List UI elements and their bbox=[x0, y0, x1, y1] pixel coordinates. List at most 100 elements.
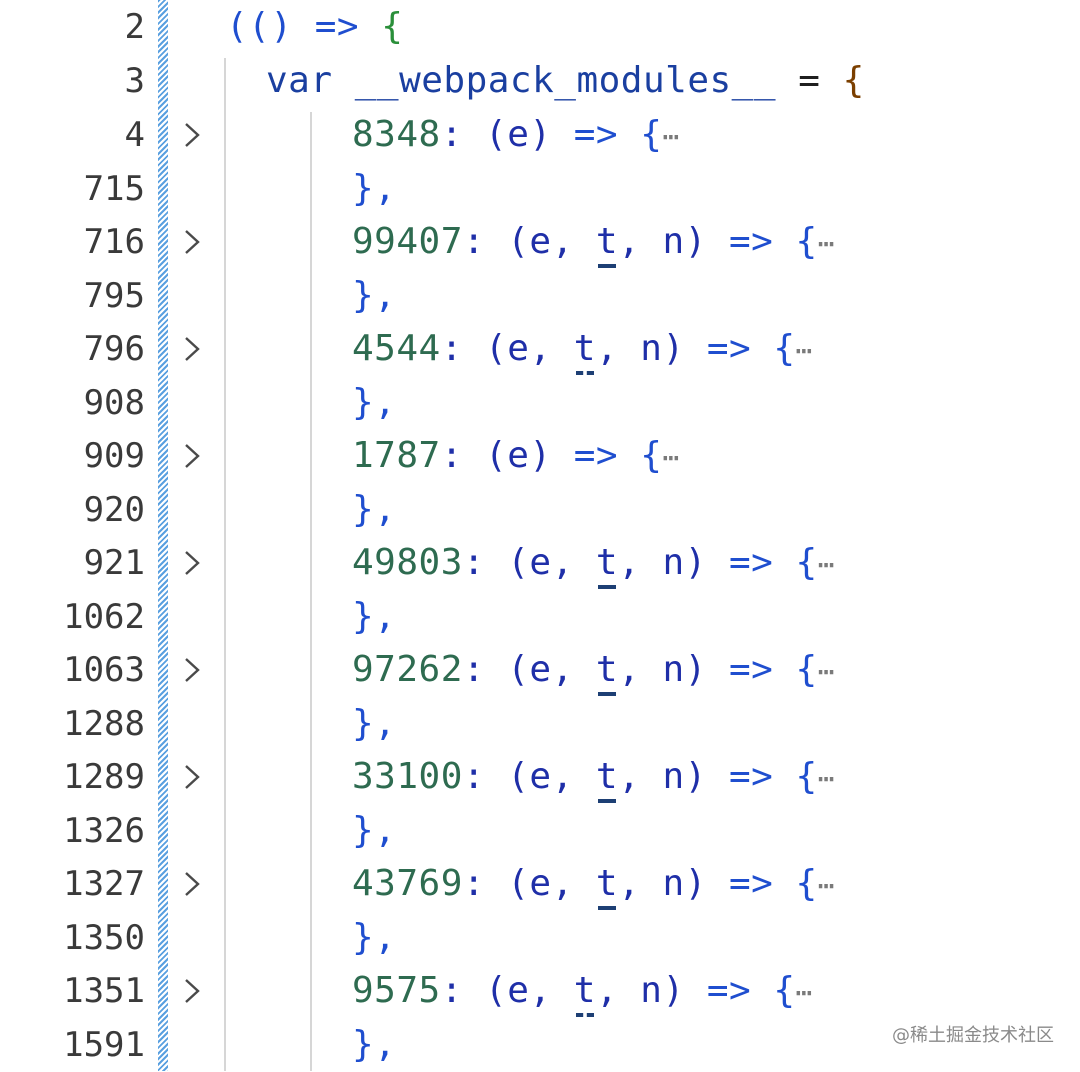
params-suffix: , n) bbox=[618, 863, 707, 904]
code-line-module-6: 1289 33100: (e, t, n) => {⋯ bbox=[0, 750, 1080, 804]
folded-ellipsis-icon[interactable]: ⋯ bbox=[818, 227, 835, 260]
code-text[interactable]: }, bbox=[352, 269, 396, 323]
line-number: 1350 bbox=[63, 917, 145, 958]
folded-ellipsis-icon[interactable]: ⋯ bbox=[818, 762, 835, 795]
params-prefix: : (e) bbox=[440, 435, 552, 476]
line-number: 3 bbox=[124, 61, 145, 101]
chevron-right-icon[interactable] bbox=[180, 549, 204, 577]
code-text[interactable]: }, bbox=[352, 162, 396, 216]
line-number: 921 bbox=[83, 543, 145, 583]
params-suffix: , n) bbox=[618, 649, 707, 690]
code-text[interactable]: }, bbox=[352, 590, 396, 644]
arrow-token: => bbox=[292, 6, 382, 47]
module-id: 1787 bbox=[352, 435, 441, 476]
unused-param: t bbox=[573, 328, 596, 369]
arrow-open-brace: => { bbox=[706, 221, 818, 262]
code-line-module-close-0: 715}, bbox=[0, 162, 1080, 216]
line-number: 1062 bbox=[63, 596, 145, 637]
line-number: 715 bbox=[83, 168, 145, 209]
code-text[interactable]: 49803: (e, t, n) => {⋯ bbox=[352, 536, 835, 592]
chevron-right-icon[interactable] bbox=[180, 870, 204, 898]
code-text[interactable]: 9575: (e, t, n) => {⋯ bbox=[352, 964, 813, 1020]
code-line-module-4: 921 49803: (e, t, n) => {⋯ bbox=[0, 536, 1080, 590]
code-text[interactable]: 8348: (e) => {⋯ bbox=[352, 108, 680, 164]
code-text[interactable]: var __webpack_modules__ = { bbox=[266, 54, 865, 108]
line-number: 909 bbox=[83, 436, 145, 476]
watermark: @稀土掘金技术社区 bbox=[892, 1025, 1054, 1046]
module-id: 43769 bbox=[352, 863, 463, 904]
folded-ellipsis-icon[interactable]: ⋯ bbox=[662, 441, 679, 474]
code-line-declaration: 3 var __webpack_modules__ = { bbox=[0, 54, 1080, 108]
chevron-right-icon[interactable] bbox=[180, 977, 204, 1005]
code-text[interactable]: 99407: (e, t, n) => {⋯ bbox=[352, 215, 835, 271]
module-id: 97262 bbox=[352, 649, 463, 690]
code-line-module-close-5: 1288}, bbox=[0, 697, 1080, 751]
line-number: 908 bbox=[83, 382, 145, 423]
iife-open-paren: (() bbox=[226, 6, 293, 47]
close-brace: }, bbox=[352, 381, 397, 423]
module-id: 4544 bbox=[352, 328, 441, 369]
folded-ellipsis-icon[interactable]: ⋯ bbox=[796, 976, 813, 1009]
line-number: 716 bbox=[83, 222, 145, 262]
code-line-module-close-4: 1062}, bbox=[0, 590, 1080, 644]
module-id: 9575 bbox=[352, 970, 441, 1011]
var-keyword: var bbox=[266, 60, 333, 101]
params-suffix: , n) bbox=[618, 221, 707, 262]
unused-param: t bbox=[595, 221, 619, 262]
params-prefix: : (e) bbox=[440, 114, 552, 155]
code-text[interactable]: }, bbox=[352, 376, 396, 430]
code-text[interactable]: 1787: (e) => {⋯ bbox=[352, 429, 680, 485]
identifier-webpack-modules: __webpack_modules__ bbox=[354, 60, 777, 101]
assign-operator: = bbox=[798, 60, 821, 101]
code-text[interactable]: }, bbox=[352, 697, 396, 751]
params-prefix: : (e, bbox=[462, 649, 596, 690]
params-suffix: , n) bbox=[595, 328, 685, 369]
chevron-right-icon[interactable] bbox=[180, 656, 204, 684]
line-number: 2 bbox=[124, 7, 145, 47]
line-number: 4 bbox=[124, 115, 145, 155]
close-brace: }, bbox=[352, 167, 397, 209]
folded-ellipsis-icon[interactable]: ⋯ bbox=[818, 655, 835, 688]
unused-param: t bbox=[595, 649, 619, 690]
params-prefix: : (e, bbox=[462, 542, 596, 583]
code-text[interactable]: 97262: (e, t, n) => {⋯ bbox=[352, 643, 835, 699]
code-line-module-close-1: 795}, bbox=[0, 269, 1080, 323]
arrow-open-brace: => { bbox=[684, 328, 796, 369]
chevron-right-icon[interactable] bbox=[180, 121, 204, 149]
line-number: 1289 bbox=[63, 757, 145, 797]
params-suffix: , n) bbox=[595, 970, 685, 1011]
folded-ellipsis-icon[interactable]: ⋯ bbox=[818, 869, 835, 902]
code-line-module-2: 796 4544: (e, t, n) => {⋯ bbox=[0, 322, 1080, 376]
close-brace: }, bbox=[352, 488, 397, 530]
code-text[interactable]: 4544: (e, t, n) => {⋯ bbox=[352, 322, 813, 378]
folded-ellipsis-icon[interactable]: ⋯ bbox=[662, 120, 679, 153]
code-line-module-1: 716 99407: (e, t, n) => {⋯ bbox=[0, 215, 1080, 269]
close-brace: }, bbox=[352, 916, 397, 958]
code-text[interactable]: (() => { bbox=[226, 0, 403, 54]
code-text[interactable]: }, bbox=[352, 1018, 396, 1072]
code-line-module-3: 909 1787: (e) => {⋯ bbox=[0, 429, 1080, 483]
params-suffix: , n) bbox=[618, 756, 707, 797]
unused-param: t bbox=[573, 970, 596, 1011]
code-text[interactable]: 33100: (e, t, n) => {⋯ bbox=[352, 750, 835, 806]
code-editor[interactable]: 2 (() => { 3 var __webpack_modules__ = {… bbox=[0, 0, 1080, 1071]
unused-param: t bbox=[595, 863, 619, 904]
chevron-right-icon[interactable] bbox=[180, 763, 204, 791]
code-line-module-close-7: 1350}, bbox=[0, 911, 1080, 965]
chevron-right-icon[interactable] bbox=[180, 228, 204, 256]
close-brace: }, bbox=[352, 702, 397, 744]
line-number: 796 bbox=[83, 329, 145, 369]
code-text[interactable]: }, bbox=[352, 804, 396, 858]
folded-ellipsis-icon[interactable]: ⋯ bbox=[796, 334, 813, 367]
arrow-open-brace: => { bbox=[551, 435, 663, 476]
arrow-open-brace: => { bbox=[551, 114, 663, 155]
code-text[interactable]: }, bbox=[352, 483, 396, 537]
line-number: 920 bbox=[83, 489, 145, 530]
chevron-right-icon[interactable] bbox=[180, 442, 204, 470]
params-prefix: : (e, bbox=[462, 756, 596, 797]
module-id: 8348 bbox=[352, 114, 441, 155]
code-text[interactable]: }, bbox=[352, 911, 396, 965]
code-text[interactable]: 43769: (e, t, n) => {⋯ bbox=[352, 857, 835, 913]
folded-ellipsis-icon[interactable]: ⋯ bbox=[818, 548, 835, 581]
chevron-right-icon[interactable] bbox=[180, 335, 204, 363]
